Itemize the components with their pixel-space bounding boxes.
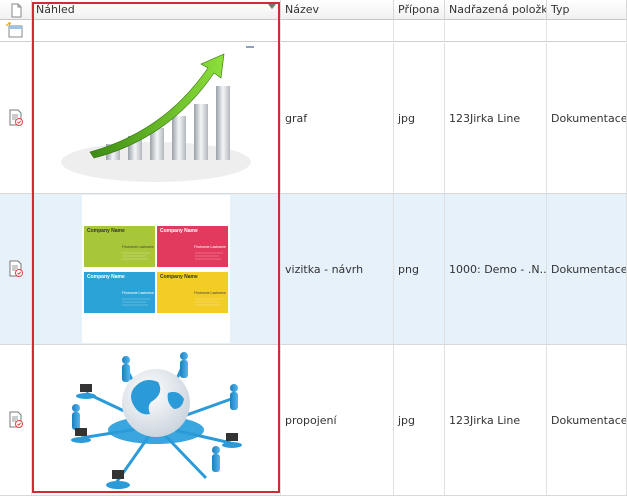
filter-icon[interactable]	[268, 4, 276, 9]
column-name-label: Název	[285, 3, 320, 16]
preview-cell	[32, 345, 281, 495]
column-preview-label: Náhled	[36, 3, 75, 16]
extension-text: jpg	[398, 111, 416, 125]
name-text: vizitka - návrh	[285, 262, 364, 276]
business-cards-image: Company Name Company Name Company Name C…	[82, 195, 230, 343]
document-check-icon	[9, 260, 23, 277]
row-action-cell[interactable]	[0, 43, 32, 193]
documents-grid: Náhled Název Přípona Nadřazená položka T…	[0, 0, 627, 496]
row-action-cell[interactable]	[0, 345, 32, 495]
parent-text: 1000: Demo - .N...	[449, 262, 547, 276]
network-globe-image	[71, 351, 242, 489]
growth-chart-image	[61, 46, 254, 182]
extension-cell: png	[394, 194, 445, 344]
column-header-extension[interactable]: Přípona	[394, 0, 445, 20]
column-header-preview[interactable]: Náhled	[32, 0, 281, 20]
card-person: Firstname Lastname	[122, 291, 154, 295]
extension-text: png	[398, 262, 419, 276]
document-check-icon	[9, 109, 23, 126]
type-text: Dokumentace	[551, 262, 627, 276]
type-text: Dokumentace	[551, 413, 627, 427]
parent-text: 123Jirka Line	[449, 111, 521, 125]
column-header-type[interactable]: Typ	[547, 0, 627, 20]
type-cell: Dokumentace	[547, 345, 627, 495]
preview-cell	[32, 43, 281, 193]
filter-name[interactable]	[281, 20, 394, 42]
card-company: Company Name	[160, 274, 198, 280]
table-row[interactable]: propojení jpg 123Jirka Line Dokumentace	[0, 345, 627, 496]
document-check-icon	[9, 411, 23, 428]
card-company: Company Name	[87, 228, 125, 234]
preview-cell: Company Name Company Name Company Name C…	[32, 194, 281, 344]
name-cell: graf	[281, 43, 394, 193]
new-row-button[interactable]	[0, 20, 32, 42]
card-person: Firstname Lastname	[194, 245, 226, 249]
column-header-name[interactable]: Název	[281, 0, 394, 20]
column-type-label: Typ	[551, 3, 570, 16]
type-cell: Dokumentace	[547, 194, 627, 344]
name-text: propojení	[285, 413, 337, 427]
type-text: Dokumentace	[551, 111, 627, 125]
name-cell: propojení	[281, 345, 394, 495]
document-icon	[11, 3, 22, 18]
card-person: Firstname Lastname	[194, 291, 226, 295]
type-cell: Dokumentace	[547, 43, 627, 193]
header-new-document[interactable]	[0, 0, 32, 20]
extension-cell: jpg	[394, 43, 445, 193]
extension-cell: jpg	[394, 345, 445, 495]
filter-type[interactable]	[547, 20, 627, 42]
row-action-cell[interactable]	[0, 194, 32, 344]
filter-parent[interactable]	[445, 20, 547, 42]
card-company: Company Name	[160, 228, 198, 234]
column-parent-label: Nadřazená položka	[449, 3, 547, 16]
card-company: Company Name	[87, 274, 125, 280]
parent-cell: 123Jirka Line	[445, 345, 547, 495]
parent-cell: 123Jirka Line	[445, 43, 547, 193]
new-item-icon	[6, 22, 23, 38]
table-row[interactable]: graf jpg 123Jirka Line Dokumentace	[0, 43, 627, 194]
table-row[interactable]: Company Name Company Name Company Name C…	[0, 194, 627, 345]
filter-extension[interactable]	[394, 20, 445, 42]
column-extension-label: Přípona	[398, 3, 440, 16]
name-text: graf	[285, 111, 308, 125]
name-cell: vizitka - návrh	[281, 194, 394, 344]
column-header-parent[interactable]: Nadřazená položka	[445, 0, 547, 20]
extension-text: jpg	[398, 413, 416, 427]
filter-preview[interactable]	[32, 20, 281, 42]
parent-text: 123Jirka Line	[449, 413, 521, 427]
card-person: Firstname Lastname	[122, 245, 154, 249]
parent-cell: 1000: Demo - .N...	[445, 194, 547, 344]
